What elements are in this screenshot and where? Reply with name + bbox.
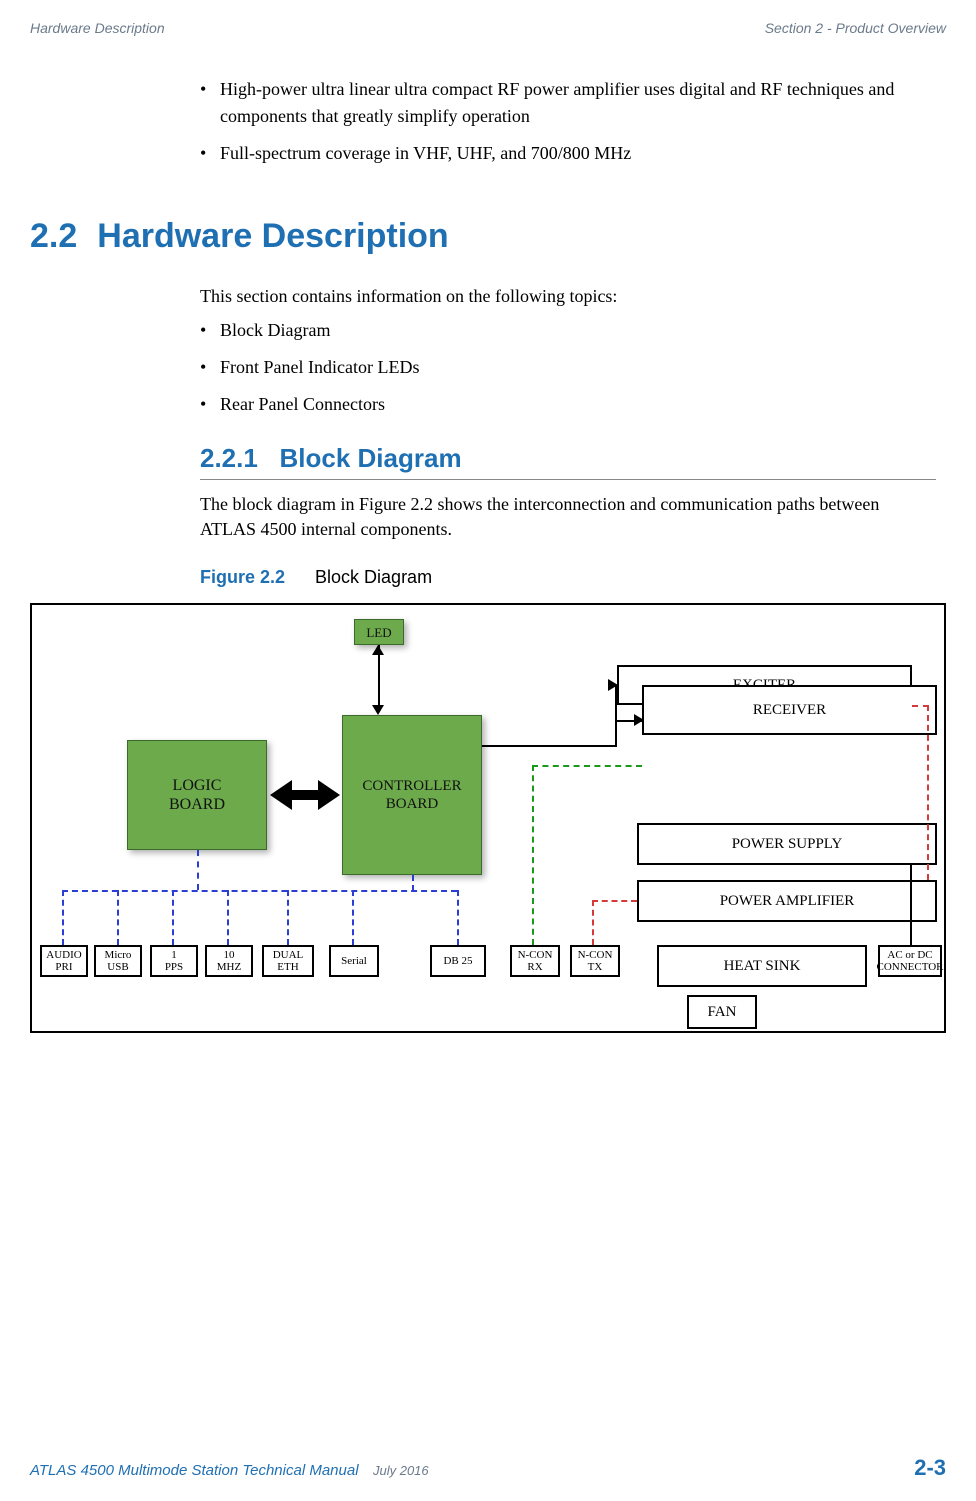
main-content: High-power ultra linear ultra compact RF…	[30, 76, 946, 1033]
bidirectional-arrow-icon	[270, 780, 340, 810]
conn-line	[615, 685, 617, 745]
section-intro: This section contains information on the…	[200, 286, 936, 307]
page-footer: ATLAS 4500 Multimode Station Technical M…	[30, 1455, 946, 1481]
connector-audio-pri: AUDIO PRI	[40, 945, 88, 977]
section-heading: 2.2 Hardware Description	[30, 217, 936, 256]
power-amplifier-block: POWER AMPLIFIER	[637, 880, 937, 922]
heat-sink-block: HEAT SINK	[657, 945, 867, 987]
conn-line-green	[532, 765, 534, 945]
arrowhead-icon	[634, 714, 644, 726]
subsection-number: 2.2.1	[200, 443, 258, 473]
controller-board-block: CONTROLLER BOARD	[342, 715, 482, 875]
conn-line-blue	[412, 875, 414, 891]
topic-item: Rear Panel Connectors	[200, 391, 936, 418]
header-left: Hardware Description	[30, 20, 165, 36]
conn-line-blue	[172, 890, 174, 945]
feature-item: High-power ultra linear ultra compact RF…	[200, 76, 936, 130]
subsection-paragraph: The block diagram in Figure 2.2 shows th…	[200, 492, 936, 542]
connector-dual-eth: DUAL ETH	[262, 945, 314, 977]
conn-line-blue	[62, 890, 457, 892]
section-number: 2.2	[30, 217, 77, 255]
section-title: Hardware Description	[97, 217, 448, 255]
connector-ncon-tx: N-CON TX	[570, 945, 620, 977]
conn-line-blue	[457, 890, 459, 945]
topic-item: Front Panel Indicator LEDs	[200, 354, 936, 381]
connector-micro-usb: Micro USB	[94, 945, 142, 977]
topic-item: Block Diagram	[200, 317, 936, 344]
connector-10mhz: 10 MHZ	[205, 945, 253, 977]
topic-list: Block Diagram Front Panel Indicator LEDs…	[200, 317, 936, 418]
rule	[200, 479, 936, 480]
led-block: LED	[354, 619, 404, 645]
subsection-heading: 2.2.1 Block Diagram	[200, 443, 936, 474]
footer-manual-title: ATLAS 4500 Multimode Station Technical M…	[30, 1462, 359, 1479]
logic-board-block: LOGIC BOARD	[127, 740, 267, 850]
connector-serial: Serial	[329, 945, 379, 977]
conn-line-red	[592, 900, 594, 945]
conn-line-blue	[117, 890, 119, 945]
header-right: Section 2 - Product Overview	[765, 20, 946, 36]
feature-list: High-power ultra linear ultra compact RF…	[200, 76, 936, 167]
connector-db25: DB 25	[430, 945, 486, 977]
connector-ac-dc: AC or DC CONNECTOR	[878, 945, 942, 977]
conn-line-blue	[352, 890, 354, 945]
page-header: Hardware Description Section 2 - Product…	[30, 20, 946, 36]
connector-1pps: 1 PPS	[150, 945, 198, 977]
conn-line-red	[592, 900, 637, 902]
receiver-block: RECEIVER	[642, 685, 937, 735]
arrowhead-icon	[608, 679, 618, 691]
figure-title: Block Diagram	[315, 567, 432, 587]
block-diagram: LED LOGIC BOARD CONTROLLER BOARD EXCITER…	[30, 603, 946, 1033]
subsection-title: Block Diagram	[280, 443, 462, 473]
footer-date: July 2016	[373, 1463, 429, 1478]
conn-line-red	[912, 705, 929, 707]
conn-line-green	[532, 765, 642, 767]
connector-ncon-rx: N-CON RX	[510, 945, 560, 977]
arrowhead-icon	[372, 645, 384, 655]
conn-line-blue	[227, 890, 229, 945]
conn-line	[482, 745, 617, 747]
conn-line-blue	[287, 890, 289, 945]
conn-line-blue	[197, 850, 199, 890]
conn-line-blue	[62, 890, 64, 945]
figure-caption: Figure 2.2 Block Diagram	[200, 567, 936, 588]
footer-left-group: ATLAS 4500 Multimode Station Technical M…	[30, 1462, 429, 1480]
arrowhead-icon	[372, 705, 384, 715]
power-supply-block: POWER SUPPLY	[637, 823, 937, 865]
conn-line	[910, 865, 912, 945]
feature-item: Full-spectrum coverage in VHF, UHF, and …	[200, 140, 936, 167]
figure-number: Figure 2.2	[200, 567, 285, 587]
footer-page-number: 2-3	[914, 1455, 946, 1481]
fan-block: FAN	[687, 995, 757, 1029]
conn-line-red	[927, 705, 929, 880]
